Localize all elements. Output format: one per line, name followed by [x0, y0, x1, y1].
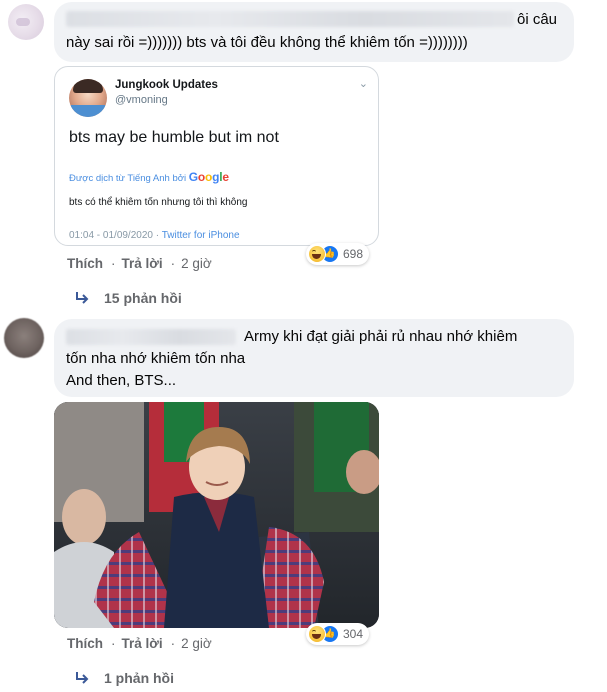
google-logo-letter: e: [222, 170, 229, 184]
reaction-summary[interactable]: 👍 304: [306, 623, 370, 645]
comment-time[interactable]: 2 giờ: [181, 256, 212, 271]
tweet-translation: bts có thể khiêm tốn nhưng tôi thì không: [69, 197, 248, 208]
google-logo: Google: [189, 170, 229, 184]
like-link[interactable]: Thích: [67, 636, 103, 651]
tweet-author-handle: @vmoning: [115, 94, 168, 106]
blurred-commenter-name[interactable]: [66, 329, 236, 345]
blurred-commenter-name[interactable]: [66, 11, 514, 27]
commenter-avatar[interactable]: [8, 4, 44, 40]
tweet-author-name: Jungkook Updates: [115, 79, 218, 91]
comment-text-line: And then, BTS...: [66, 372, 177, 389]
tweet-embed[interactable]: Jungkook Updates @vmoning ⌄ bts may be h…: [54, 66, 379, 246]
tweet-footer: 01:04 - 01/09/2020 · Twitter for iPhone: [69, 230, 240, 241]
translation-label: Được dịch từ Tiếng Anh bởi: [69, 173, 187, 184]
reply-arrow-icon: [76, 292, 89, 304]
comment-text-line: Army khi đạt giải phải rủ nhau nhớ khiêm: [244, 328, 518, 345]
dot-separator: ·: [170, 636, 176, 651]
comment-text-line: ôi câu: [517, 11, 558, 28]
comment-text-line: tốn nha nhớ khiêm tốn nha: [66, 350, 246, 367]
comment-bubble: ôi câu này sai rồi =))))))) bts và tôi đ…: [54, 2, 574, 62]
tweet-author-avatar: [69, 79, 107, 117]
google-logo-letter: G: [188, 170, 198, 184]
reply-link[interactable]: Trả lời: [122, 636, 163, 651]
haha-reaction-icon: [308, 245, 326, 263]
chevron-down-icon[interactable]: ⌄: [359, 77, 368, 90]
comment-actions: Thích · Trả lời · 2 giờ: [67, 256, 220, 271]
commenter-avatar[interactable]: [4, 318, 44, 358]
tweet-source[interactable]: Twitter for iPhone: [162, 230, 240, 241]
tweet-timestamp[interactable]: 01:04 - 01/09/2020: [69, 230, 153, 241]
comment-bubble: Army khi đạt giải phải rủ nhau nhớ khiêm…: [54, 319, 574, 397]
replies-count: 1 phản hồi: [104, 670, 174, 686]
meme-photo-image: [54, 402, 379, 628]
haha-reaction-icon: [308, 625, 326, 643]
reaction-summary[interactable]: 👍 698: [306, 243, 370, 265]
dot-separator: ·: [170, 256, 176, 271]
view-replies-link[interactable]: 1 phản hồi: [74, 670, 174, 686]
replies-count: 15 phản hồi: [104, 290, 182, 306]
comment-actions: Thích · Trả lời · 2 giờ: [67, 636, 220, 651]
reaction-count: 304: [343, 627, 364, 641]
like-link[interactable]: Thích: [67, 256, 103, 271]
view-replies-link[interactable]: 15 phản hồi: [74, 290, 182, 306]
reaction-count: 698: [343, 247, 364, 261]
comment-text-line: này sai rồi =))))))) bts và tôi đều khôn…: [66, 34, 468, 51]
dot-separator: ·: [111, 256, 116, 271]
translation-attribution: Được dịch từ Tiếng Anh bởi Google: [69, 170, 229, 184]
meme-photo[interactable]: [54, 402, 379, 628]
google-logo-letter: o: [197, 170, 205, 184]
footer-separator: ·: [152, 230, 162, 241]
tweet-text: bts may be humble but im not: [69, 129, 279, 146]
reply-arrow-icon: [76, 672, 89, 684]
dot-separator: ·: [111, 636, 116, 651]
comment-time[interactable]: 2 giờ: [181, 636, 212, 651]
reply-link[interactable]: Trả lời: [122, 256, 163, 271]
